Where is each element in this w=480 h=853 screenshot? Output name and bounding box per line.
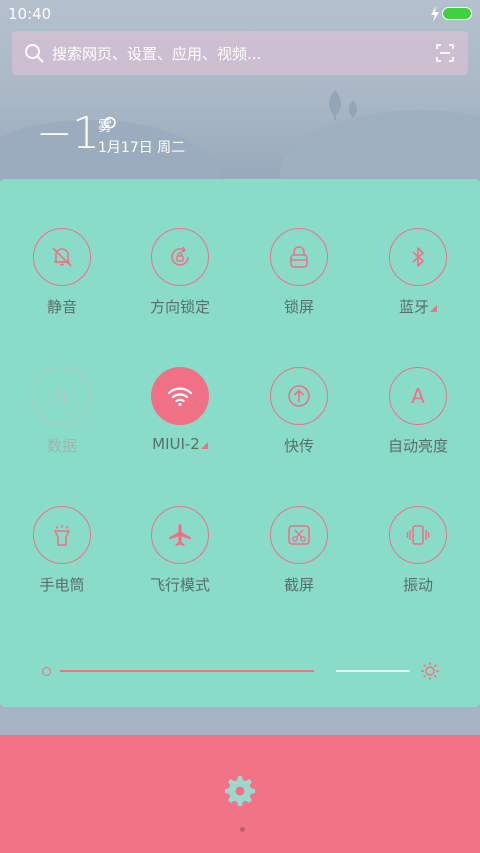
toggle-circle[interactable] (33, 506, 91, 564)
tile-label: 数据 (46, 437, 77, 455)
tile-label: 方向锁定 (149, 298, 210, 316)
brightness-high-icon (421, 662, 439, 680)
status-bar: 10:40 (0, 0, 480, 28)
wifi-icon (167, 387, 193, 407)
tile-label: 快传 (283, 437, 314, 455)
toggle-bluetooth[interactable]: 蓝牙 (356, 228, 476, 338)
brightness-slider[interactable] (40, 660, 440, 682)
rotation-lock-icon (171, 246, 189, 266)
quick-settings-panel: 静音 方向锁定 锁屏 蓝牙 数据 MIUI-2 快传 A 自动亮度 手电筒 飞行… (0, 179, 480, 707)
charging-icon (431, 6, 439, 22)
toggle-lock-screen[interactable]: 锁屏 (237, 228, 357, 338)
toggle-circle[interactable] (389, 228, 447, 286)
tree-icon (348, 100, 358, 118)
search-placeholder[interactable]: 搜索网页、设置、应用、视频... (52, 43, 261, 64)
toggle-screenshot[interactable]: 截屏 (237, 506, 357, 616)
weather-condition: 雾 (98, 119, 112, 135)
auto-brightness-icon: A (411, 384, 425, 408)
tile-label: 飞行模式 (149, 576, 210, 594)
brightness-low-icon (42, 667, 51, 676)
tile-label: 蓝牙 (398, 298, 429, 316)
more-options-corner-icon[interactable] (200, 442, 208, 449)
more-options-corner-icon[interactable] (430, 305, 437, 312)
toggle-circle[interactable] (33, 367, 91, 425)
clock: 10:40 (8, 5, 52, 23)
toggle-auto-brightness[interactable]: A 自动亮度 (356, 367, 476, 477)
tile-label: MIUI-2 (152, 435, 200, 453)
toggle-mute[interactable]: 静音 (0, 228, 120, 338)
scan-icon[interactable] (436, 44, 454, 62)
toggle-circle[interactable] (151, 367, 209, 425)
toggle-circle[interactable] (151, 228, 209, 286)
tile-label: 静音 (46, 298, 77, 316)
tile-label-with-menu: MIUI-2 (118, 435, 242, 453)
toggle-wifi[interactable]: MIUI-2 (118, 367, 238, 477)
toggle-vibrate[interactable]: 振动 (356, 506, 476, 616)
toggle-quick-share[interactable]: 快传 (237, 367, 357, 477)
tile-label: 自动亮度 (387, 437, 448, 455)
search-icon (25, 44, 44, 63)
toggle-circle[interactable] (270, 228, 328, 286)
screenshot-icon (288, 525, 310, 545)
vibrate-icon (406, 525, 430, 545)
brightness-track[interactable] (336, 670, 410, 672)
tile-label: 截屏 (283, 576, 314, 594)
quick-share-icon (288, 385, 310, 407)
settings-footer (0, 735, 480, 853)
toggle-mobile-data[interactable]: 数据 (0, 367, 120, 477)
flashlight-icon (54, 525, 70, 546)
airplane-icon (169, 524, 191, 546)
toggle-airplane-mode[interactable]: 飞行模式 (118, 506, 238, 616)
weather-header: 10:40 搜索网页、设置、应用、视频... −1° 雾 1月17日 周二 (0, 0, 480, 180)
toggle-circle[interactable]: A (389, 367, 447, 425)
mobile-data-icon (55, 387, 69, 405)
page-indicator (240, 827, 245, 832)
toggle-rotation-lock[interactable]: 方向锁定 (118, 228, 238, 338)
toggle-circle[interactable] (389, 506, 447, 564)
gear-icon[interactable] (224, 775, 256, 807)
svg-text:A: A (411, 384, 425, 408)
background-hill (280, 110, 480, 180)
toggle-circle[interactable] (151, 506, 209, 564)
tile-label: 锁屏 (283, 298, 314, 316)
tile-label: 振动 (402, 576, 433, 594)
toggle-flashlight[interactable]: 手电筒 (0, 506, 120, 616)
bluetooth-icon (412, 247, 424, 267)
toggle-circle[interactable] (270, 506, 328, 564)
tile-label: 手电筒 (39, 576, 85, 594)
toggle-circle[interactable] (270, 367, 328, 425)
date: 1月17日 周二 (98, 140, 186, 156)
lock-icon (290, 246, 308, 268)
search-bar[interactable]: 搜索网页、设置、应用、视频... (12, 31, 468, 75)
bell-off-icon (52, 247, 72, 267)
battery-icon (442, 7, 472, 20)
brightness-fill[interactable] (60, 670, 314, 672)
toggle-circle[interactable] (33, 228, 91, 286)
tile-label-with-menu: 蓝牙 (356, 296, 480, 317)
